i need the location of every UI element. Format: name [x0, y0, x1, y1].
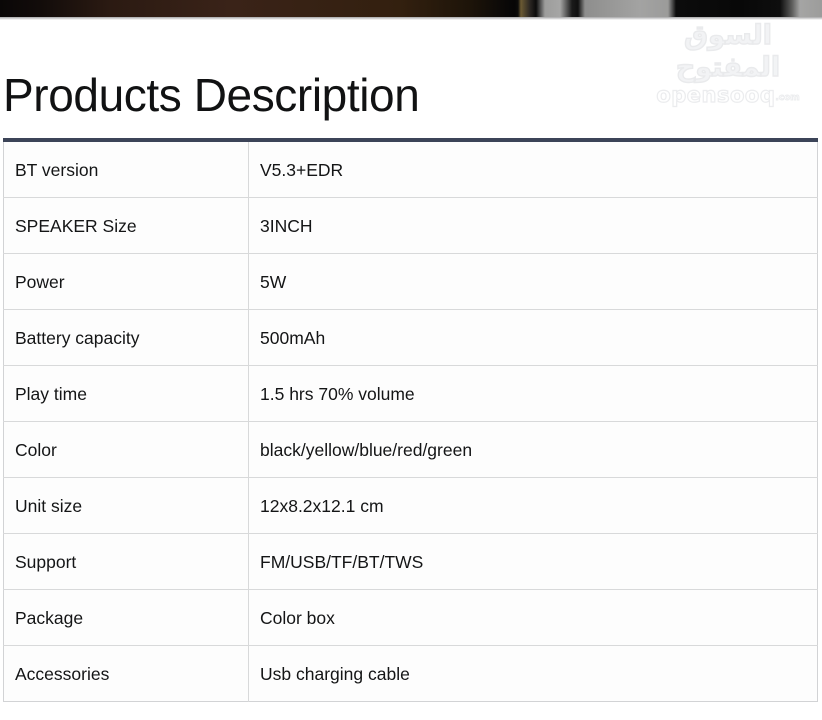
spec-label: Color [3, 421, 249, 478]
spec-value: Color box [248, 589, 818, 646]
table-row: SPEAKER Size 3INCH [3, 197, 818, 254]
watermark-arabic-text: السوق المفتوح [675, 19, 781, 83]
spec-table-body: BT version V5.3+EDR SPEAKER Size 3INCH P… [3, 140, 818, 702]
table-row: Battery capacity 500mAh [3, 309, 818, 366]
table-row: Play time 1.5 hrs 70% volume [3, 365, 818, 422]
spec-label: Support [3, 533, 249, 590]
spec-value: V5.3+EDR [248, 140, 818, 198]
spec-value: 500mAh [248, 309, 818, 366]
table-row: BT version V5.3+EDR [3, 140, 818, 198]
spec-label: Power [3, 253, 249, 310]
watermark-tld-text: .com [775, 93, 800, 104]
page-title: Products Description [3, 69, 420, 121]
spec-label: Package [3, 589, 249, 646]
spec-value: FM/USB/TF/BT/TWS [248, 533, 818, 590]
table-row: Accessories Usb charging cable [3, 645, 818, 702]
table-row: Unit size 12x8.2x12.1 cm [3, 477, 818, 534]
opensooq-watermark: السوق المفتوح opensooq.com [640, 19, 816, 107]
table-row: Package Color box [3, 589, 818, 646]
spec-value: black/yellow/blue/red/green [248, 421, 818, 478]
spec-value: Usb charging cable [260, 663, 410, 684]
spec-label: Unit size [3, 477, 249, 534]
product-specification-table: BT version V5.3+EDR SPEAKER Size 3INCH P… [3, 138, 818, 702]
spec-value: 12x8.2x12.1 cm [248, 477, 818, 534]
table-row: Color black/yellow/blue/red/green [3, 421, 818, 478]
spec-label: Battery capacity [3, 309, 249, 366]
spec-label: Accessories [3, 645, 249, 702]
spec-value: 1.5 hrs 70% volume [248, 365, 818, 422]
spec-label: Play time [3, 365, 249, 422]
cropped-photo-strip [0, 0, 822, 17]
spec-value: 5W [248, 253, 818, 310]
watermark-latin-text: opensooq.com [640, 83, 816, 110]
table-row: Support FM/USB/TF/BT/TWS [3, 533, 818, 590]
spec-value: 3INCH [248, 197, 818, 254]
spec-label: SPEAKER Size [3, 197, 249, 254]
table-row: Power 5W [3, 253, 818, 310]
watermark-brand-text: opensooq [656, 83, 776, 107]
spec-label: BT version [3, 140, 249, 198]
